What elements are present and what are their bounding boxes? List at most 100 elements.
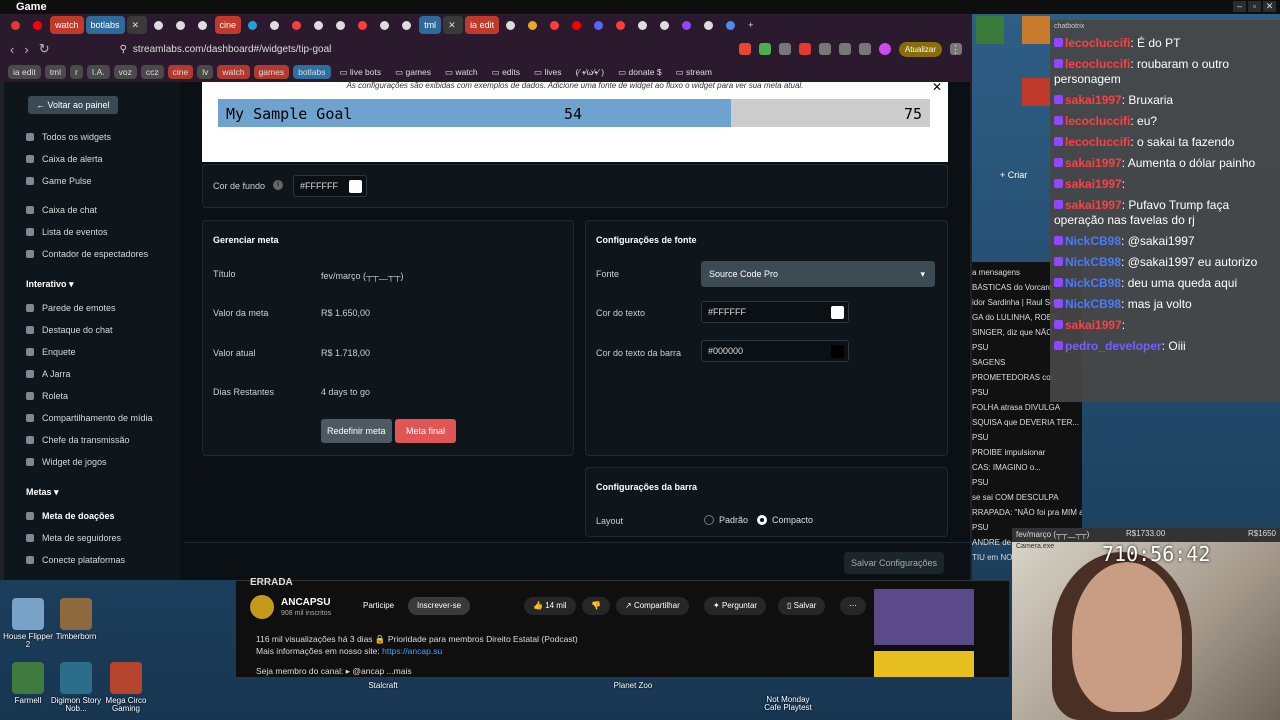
- forward-arrow-icon[interactable]: ›: [24, 42, 28, 57]
- bookmark-item[interactable]: watch: [217, 65, 250, 79]
- like-button[interactable]: 👍 14 mil: [524, 597, 576, 615]
- bookmark-item[interactable]: watch: [440, 65, 483, 80]
- save-settings-button[interactable]: Salvar Configurações: [844, 552, 945, 574]
- more-icon[interactable]: ⋯: [840, 597, 866, 615]
- desktop-icon[interactable]: Stalcraft: [355, 681, 411, 690]
- browser-tab[interactable]: ✕: [126, 16, 147, 34]
- sidebar-item[interactable]: Meta de seguidores: [26, 533, 121, 543]
- browser-tab[interactable]: [375, 16, 395, 34]
- bookmark-item[interactable]: edits: [487, 65, 525, 80]
- bookmark-item[interactable]: I.A.: [86, 65, 110, 79]
- game-icon[interactable]: [1022, 16, 1050, 44]
- sidebar-item[interactable]: Meta de doações: [26, 511, 115, 521]
- desktop-icon[interactable]: Digimon Story Nob...: [48, 662, 104, 714]
- reload-icon[interactable]: ↻: [39, 41, 50, 57]
- browser-tab[interactable]: [545, 16, 565, 34]
- browser-tab[interactable]: [309, 16, 329, 34]
- background-color-swatch[interactable]: [349, 180, 362, 193]
- desktop-icon[interactable]: Timberborn: [48, 598, 104, 641]
- browser-tab[interactable]: [397, 16, 417, 34]
- browser-tab[interactable]: cine: [214, 16, 242, 34]
- bookmark-item[interactable]: ccz: [140, 65, 164, 79]
- sidebar-item[interactable]: Roleta: [26, 391, 68, 401]
- channel-avatar[interactable]: [250, 595, 274, 619]
- extension-icon[interactable]: [818, 43, 831, 55]
- browser-tab[interactable]: botlabs: [85, 16, 125, 34]
- desktop-icon[interactable]: Not Monday Cafe Playtest: [758, 695, 818, 713]
- browser-tab[interactable]: [171, 16, 191, 34]
- share-button[interactable]: ↗ Compartilhar: [616, 597, 689, 615]
- browser-tab[interactable]: [193, 16, 213, 34]
- browser-tab[interactable]: [633, 16, 653, 34]
- puzzle-icon[interactable]: [838, 43, 851, 55]
- bookmark-item[interactable]: tml: [44, 65, 67, 79]
- layout-compact-radio[interactable]: Compacto: [757, 515, 813, 525]
- extension-icon[interactable]: [798, 43, 811, 55]
- desktop-icon[interactable]: Mega Circo Gaming: [98, 662, 154, 714]
- font-select[interactable]: Source Code Pro: [701, 261, 935, 287]
- browser-tab[interactable]: watch: [50, 16, 84, 34]
- game-icon[interactable]: [976, 16, 1004, 44]
- sidebar-item[interactable]: Conecte plataformas: [26, 555, 125, 565]
- sidebar-item[interactable]: Caixa de alerta: [26, 154, 103, 164]
- sidebar-item[interactable]: Parede de emotes: [26, 303, 116, 313]
- sidebar-icon[interactable]: [858, 43, 871, 55]
- extension-icon[interactable]: [778, 43, 791, 55]
- address-bar[interactable]: ⚲ streamlabs.com/dashboard#/widgets/tip-…: [120, 39, 470, 59]
- sidebar-item[interactable]: Enquete: [26, 347, 76, 357]
- sidebar-item[interactable]: Chefe da transmissão: [26, 435, 130, 445]
- browser-tab[interactable]: tml: [419, 16, 442, 34]
- layout-standard-radio[interactable]: Padrão: [704, 515, 748, 525]
- browser-tab[interactable]: [353, 16, 373, 34]
- back-arrow-icon[interactable]: ‹: [10, 42, 14, 57]
- bookmark-icon[interactable]: ⚲: [120, 44, 127, 55]
- browser-tab[interactable]: [523, 16, 543, 34]
- close-button[interactable]: ✕: [1263, 1, 1276, 12]
- sidebar-item[interactable]: Caixa de chat: [26, 205, 97, 215]
- create-button[interactable]: + Criar: [1000, 170, 1027, 180]
- sidebar-item[interactable]: Lista de eventos: [26, 227, 108, 237]
- bookmark-item[interactable]: stream: [671, 65, 717, 80]
- bookmark-item[interactable]: cine: [167, 65, 194, 79]
- browser-tab[interactable]: [265, 16, 285, 34]
- game-icon[interactable]: [1022, 78, 1050, 106]
- minimize-button[interactable]: –: [1233, 1, 1246, 12]
- browser-tab[interactable]: [501, 16, 521, 34]
- ask-button[interactable]: ✦ Perguntar: [704, 597, 767, 615]
- goal-amount-value[interactable]: R$ 1.650,00: [321, 308, 370, 318]
- browser-tab[interactable]: [149, 16, 169, 34]
- sidebar-item[interactable]: A Jarra: [26, 369, 71, 379]
- info-icon[interactable]: i: [273, 180, 283, 190]
- sidebar-item[interactable]: Game Pulse: [26, 176, 92, 186]
- browser-tab[interactable]: [6, 16, 26, 34]
- extension-icon[interactable]: [758, 43, 771, 55]
- browser-tab[interactable]: [677, 16, 697, 34]
- menu-icon[interactable]: ⋮: [950, 43, 962, 56]
- recommended-thumbnail[interactable]: [874, 589, 974, 645]
- sidebar-item[interactable]: Destaque do chat: [26, 325, 113, 335]
- bookmark-item[interactable]: lv: [197, 65, 214, 79]
- browser-tab[interactable]: ia edit: [465, 16, 500, 34]
- bookmark-item[interactable]: r: [70, 65, 83, 79]
- text-color-swatch[interactable]: [831, 306, 844, 319]
- browser-tab[interactable]: [655, 16, 675, 34]
- sidebar-section-heading[interactable]: Interativo ▾: [26, 279, 74, 290]
- browser-tab[interactable]: [331, 16, 351, 34]
- bookmark-item[interactable]: ia edit: [8, 65, 41, 79]
- bookmark-item[interactable]: lives: [529, 65, 566, 80]
- back-to-dashboard-button[interactable]: ← Voltar ao painel: [28, 96, 118, 114]
- bookmark-item[interactable]: donate $: [613, 65, 667, 80]
- join-button[interactable]: Participe: [354, 597, 403, 615]
- sidebar-item[interactable]: Todos os widgets: [26, 132, 111, 142]
- save-button[interactable]: ▯ Salvar: [778, 597, 826, 615]
- profile-icon[interactable]: [878, 43, 891, 55]
- bar-text-color-input[interactable]: #000000: [701, 340, 849, 362]
- bookmark-item[interactable]: botlabs: [293, 65, 331, 79]
- maximize-button[interactable]: ▫: [1248, 1, 1261, 12]
- recommended-thumbnail[interactable]: [874, 651, 974, 677]
- browser-tab[interactable]: [699, 16, 719, 34]
- extension-icon[interactable]: [738, 43, 751, 55]
- browser-tab[interactable]: +: [743, 16, 763, 34]
- browser-tab[interactable]: [28, 16, 48, 34]
- browser-tab[interactable]: [287, 16, 307, 34]
